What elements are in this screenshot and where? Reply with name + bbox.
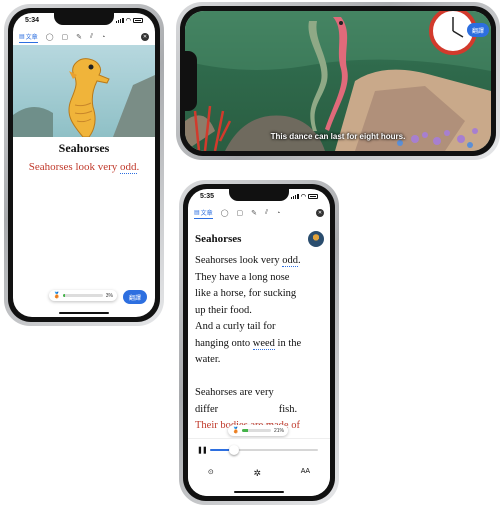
phone-video-view: 翻譯 This dance can last for eight hours. [176, 2, 500, 160]
home-indicator [234, 491, 284, 493]
notch [229, 189, 289, 201]
article-title: Seahorses [195, 233, 242, 245]
reader-toolbar: ▤ 文章 ◯ ▢ ✎ ⫽ ◔ ✕ [13, 29, 155, 45]
phone-reader-audio-view: 5:35 ◠ ▤ 文章 ◯ ▢ ✎ ⫽ ◔ ✕ Seahorses Seahor… [179, 180, 339, 505]
pause-icon[interactable]: ❚❚ [197, 446, 208, 454]
video-subtitle: This dance can last for eight hours. [270, 132, 406, 141]
vocab-word[interactable]: odd [120, 161, 137, 174]
progress-percent: 3% [105, 292, 113, 299]
stats-icon[interactable]: ⫽ [90, 33, 93, 41]
speed-icon[interactable]: ◔ [276, 210, 280, 217]
status-time: 5:34 [25, 16, 40, 24]
close-button[interactable]: ✕ [316, 209, 324, 217]
speed-icon[interactable]: ◔ [101, 34, 105, 41]
player-controls: ⊙ ✲ AA [188, 468, 330, 479]
reader-toolbar: ▤ 文章 ◯ ▢ ✎ ⫽ ◔ ✕ [188, 205, 330, 221]
tab-article[interactable]: ▤ 文章 [194, 208, 213, 219]
pencil-icon[interactable]: ✎ [76, 33, 82, 41]
battery-icon [133, 17, 143, 23]
phone-article-view: 5:34 ◠ ▤ 文章 ◯ ▢ ✎ ⫽ ◔ ✕ Seahorses Seahor… [4, 4, 164, 326]
comment-icon[interactable]: ◯ [46, 33, 54, 41]
vocab-word[interactable]: odd [282, 255, 298, 267]
phone-screen: 翻譯 This dance can last for eight hours. [185, 11, 491, 151]
close-button[interactable]: ✕ [141, 33, 149, 41]
progress-percent: 21% [273, 427, 284, 434]
translate-button[interactable]: 翻譯 [123, 290, 147, 304]
video-frame[interactable] [185, 11, 491, 151]
wifi-icon: ◠ [125, 17, 131, 24]
phone-screen: 5:35 ◠ ▤ 文章 ◯ ▢ ✎ ⫽ ◔ ✕ Seahorses Seahor… [188, 189, 330, 496]
quiz-icon[interactable]: ▢ [62, 33, 69, 41]
playback-speed-icon[interactable]: ⊙ [208, 468, 214, 479]
phone-bezel: 翻譯 This dance can last for eight hours. [180, 6, 496, 156]
quiz-icon[interactable]: ▢ [237, 209, 244, 217]
signal-icon [290, 193, 299, 199]
tab-article[interactable]: ▤ 文章 [19, 32, 38, 43]
wifi-icon: ◠ [300, 193, 306, 200]
comment-icon[interactable]: ◯ [221, 209, 229, 217]
reading-progress: 🥉 3% [49, 290, 117, 301]
progress-fill [63, 294, 65, 297]
avatar[interactable] [308, 231, 324, 247]
medal-icon: 🥉 [232, 428, 240, 434]
article-icon: ▤ [194, 209, 200, 216]
highlighted-sentence: Seahorses look very odd. [28, 161, 140, 174]
text-size-button[interactable]: AA [301, 468, 310, 479]
article-body: Seahorses look very odd. They have a lon… [195, 253, 324, 435]
home-indicator [59, 312, 109, 314]
notch [185, 51, 197, 111]
audio-player: ❚❚ ⊙ ✲ AA [188, 438, 330, 496]
article-icon: ▤ [19, 33, 25, 40]
phone-bezel: 5:35 ◠ ▤ 文章 ◯ ▢ ✎ ⫽ ◔ ✕ Seahorses Seahor… [183, 184, 335, 501]
translate-button[interactable]: 翻譯 [467, 23, 489, 37]
signal-icon [115, 17, 124, 23]
battery-icon [308, 193, 318, 199]
medal-icon: 🥉 [53, 293, 61, 299]
phone-screen: 5:34 ◠ ▤ 文章 ◯ ▢ ✎ ⫽ ◔ ✕ Seahorses Seahor… [13, 13, 155, 317]
seahorse-illustration [13, 45, 155, 137]
seek-handle[interactable] [228, 445, 239, 455]
notch [54, 13, 114, 25]
stats-icon[interactable]: ⫽ [265, 209, 268, 217]
article-title: Seahorses [58, 141, 110, 155]
reading-progress: 🥉 21% [228, 425, 288, 436]
progress-fill [242, 429, 249, 432]
settings-icon[interactable]: ✲ [253, 468, 261, 479]
status-time: 5:35 [200, 192, 215, 200]
phone-bezel: 5:34 ◠ ▤ 文章 ◯ ▢ ✎ ⫽ ◔ ✕ Seahorses Seahor… [8, 8, 160, 322]
pencil-icon[interactable]: ✎ [251, 209, 257, 217]
audio-seek-bar[interactable] [210, 445, 318, 455]
vocab-word[interactable]: weed [252, 337, 275, 350]
